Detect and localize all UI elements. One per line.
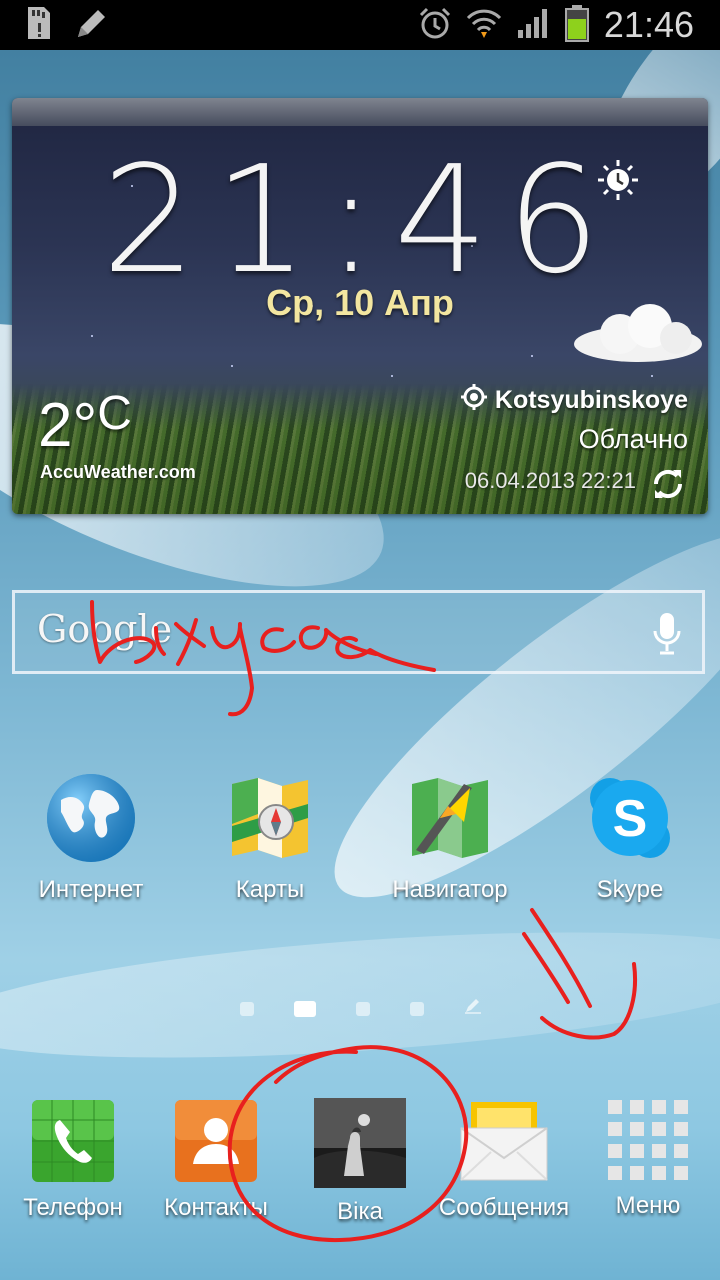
page-dot[interactable] [410,1001,424,1016]
navigator-icon [402,770,498,866]
widget-header-strip [12,98,708,126]
location-target-icon [460,384,487,417]
mic-icon[interactable] [652,611,682,662]
weather-updated-time: 06.04.2013 22:21 [464,468,636,493]
app-label: Навигатор [392,876,508,903]
google-logo: Google [37,607,173,651]
phone-icon [30,1098,116,1184]
status-time: 21:46 [603,4,694,45]
weather-provider: AccuWeather.com [40,462,196,482]
maps-icon [222,770,318,866]
clock-weather-widget[interactable]: 21:46 Ср, 10 Апр 2°C AccuWeather.com Kot… [12,98,708,514]
page-dot[interactable] [240,1001,254,1016]
app-maps[interactable]: Карты [185,770,355,904]
page-dot-active[interactable] [294,1000,316,1017]
cloud-icon [568,302,708,371]
temperature-value: 2° [38,391,98,460]
app-skype[interactable]: S Skype [545,770,715,904]
temperature-unit: C [97,387,132,440]
battery-icon [564,4,590,47]
pencil-icon [74,5,110,46]
app-internet[interactable]: Интернет [6,770,176,904]
location-name: Kotsyubinskoye [494,386,688,414]
app-label: Карты [235,876,305,903]
weather-condition: Облачно [578,424,688,454]
wallpaper-swoosh [0,910,720,1080]
wifi-icon [466,6,502,45]
svg-text:S: S [613,790,648,848]
alarm-sun-icon [596,158,640,207]
globe-icon [43,770,139,866]
status-bar[interactable]: 21:46 [0,0,720,50]
app-navigator[interactable]: Навигатор [365,770,535,904]
alarm-icon [418,6,452,45]
app-label: Skype [596,876,664,903]
sd-card-icon [22,5,54,46]
photo-icon [314,1098,406,1188]
temperature: 2°C [38,387,132,461]
edit-page-icon[interactable] [464,998,482,1019]
skype-icon: S [582,770,678,866]
page-dot[interactable] [356,1001,370,1016]
dock-label: Меню [615,1192,681,1219]
menu-grid-icon [606,1098,690,1182]
contacts-icon [173,1098,259,1184]
app-label: Интернет [38,876,144,903]
page-indicator[interactable] [240,998,482,1019]
refresh-icon[interactable] [648,466,688,502]
signal-icon [516,6,550,45]
dock-menu[interactable]: Меню [563,1098,720,1220]
messages-icon [459,1098,549,1184]
google-search-bar[interactable]: Google [12,590,705,674]
location[interactable]: Kotsyubinskoye [460,384,688,417]
